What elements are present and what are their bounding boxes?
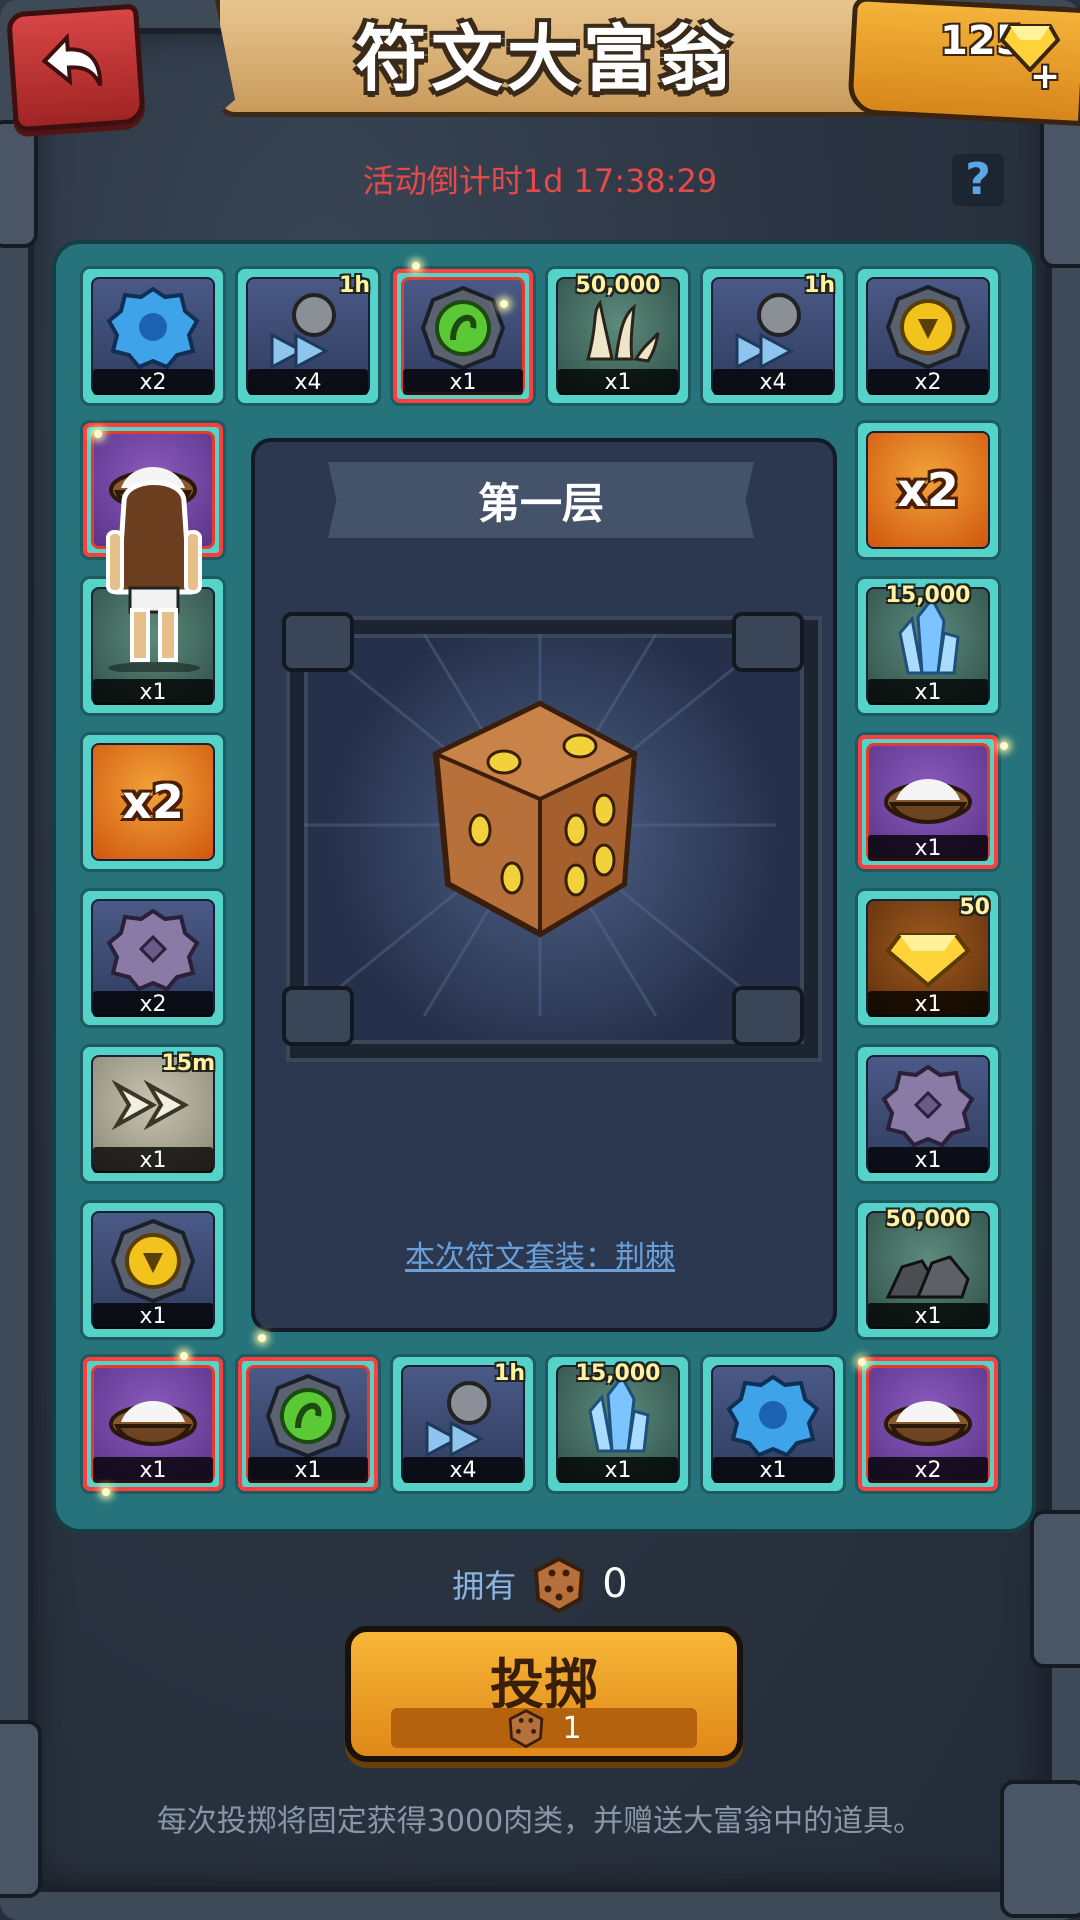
board-tile: 50,000 x1 — [545, 266, 691, 406]
blue-rune-icon — [726, 1374, 820, 1458]
tile-corner-label: 50,000 — [575, 273, 661, 298]
roll-cost-value: 1 — [562, 1710, 582, 1746]
board-tile: 15,000 x1 — [545, 1354, 691, 1494]
frame-corner — [282, 986, 354, 1046]
event-countdown: 活动倒计时1d 17:38:29 — [362, 162, 718, 200]
board-tile: x1 — [235, 1354, 381, 1494]
floor-title: 第一层 — [328, 462, 754, 538]
board-tile: 15m x1 — [80, 1044, 226, 1184]
tile-quantity: x1 — [868, 835, 988, 861]
board-tile: x1 — [700, 1354, 846, 1494]
tile-corner-label: 1h — [494, 1361, 525, 1386]
yellow-rune-icon — [110, 1218, 196, 1304]
board-tile: x2 — [855, 1354, 1001, 1494]
dice-icon — [304, 634, 776, 1016]
sparkle — [858, 1358, 866, 1366]
owned-dice-row: 拥有 0 — [0, 1554, 1080, 1614]
tile-quantity: x4 — [403, 1457, 523, 1483]
add-gems-icon[interactable]: + — [1030, 56, 1060, 97]
back-arrow-icon — [41, 32, 103, 87]
tile-quantity: x1 — [868, 679, 988, 705]
board-tile: 1h x4 — [235, 266, 381, 406]
frame-corner — [732, 986, 804, 1046]
sparkle — [1000, 742, 1008, 750]
tile-quantity: x1 — [93, 1147, 213, 1173]
board-tile: x1 — [80, 1354, 226, 1494]
footer-note: 每次投掷将固定获得3000肉类，并赠送大富翁中的道具。 — [156, 1804, 924, 1839]
owned-label: 拥有 — [452, 1567, 517, 1605]
board-tile: x1 — [855, 1044, 1001, 1184]
page-title: 符文大富翁 — [354, 16, 735, 101]
sparkle — [102, 1488, 110, 1496]
multiplier-label: x2 — [122, 775, 184, 829]
board-tile: x1 — [80, 1200, 226, 1340]
dice-icon — [509, 1709, 544, 1748]
dice-icon — [534, 1556, 585, 1613]
board-tile: 1h x4 — [700, 266, 846, 406]
frame-corner — [732, 612, 804, 672]
tile-corner-label: 50 — [959, 895, 990, 920]
tile-quantity: x1 — [868, 1303, 988, 1329]
tile-quantity: x2 — [93, 991, 213, 1017]
green-rune-icon — [265, 1373, 351, 1459]
tile-quantity: x1 — [248, 1457, 368, 1483]
back-button[interactable] — [5, 3, 147, 133]
rune-set-link[interactable]: 本次符文套装：荆棘 — [251, 1232, 829, 1276]
tile-quantity: x1 — [93, 679, 213, 705]
tile-corner-label: 15,000 — [575, 1361, 661, 1386]
board-tile: 50,000 x1 — [855, 1200, 1001, 1340]
tile-quantity: x1 — [558, 369, 678, 395]
tile-quantity: x1 — [868, 1147, 988, 1173]
green-rune-icon — [420, 285, 506, 371]
board-tile: 15,000 x1 — [855, 576, 1001, 716]
sparkle — [258, 1334, 266, 1342]
roll-button[interactable]: 投掷 1 — [345, 1626, 743, 1762]
board-tile: x2 — [80, 888, 226, 1028]
board-tile: x1 — [855, 732, 1001, 872]
tile-quantity: x1 — [558, 1457, 678, 1483]
tile-quantity: x1 — [403, 369, 523, 395]
tile-quantity: x4 — [248, 369, 368, 395]
tile-corner-label: 50,000 — [885, 1207, 971, 1232]
sparkle — [94, 430, 102, 438]
roll-cost: 1 — [391, 1708, 697, 1748]
board-tile: 50 x1 — [855, 888, 1001, 1028]
sparkle — [180, 1352, 188, 1360]
tile-corner-label: 15m — [161, 1051, 215, 1076]
tile-quantity: x2 — [93, 369, 213, 395]
tile-quantity: x1 — [93, 1457, 213, 1483]
tile-quantity: x1 — [93, 1303, 213, 1329]
salt-bowl-icon — [109, 1401, 197, 1446]
sparkle — [500, 300, 508, 308]
board-tile-multiplier: x2 — [80, 732, 226, 872]
sparkle — [412, 262, 420, 270]
player-hero-icon — [106, 480, 202, 672]
board-tile: x2 — [855, 266, 1001, 406]
tile-corner-label: 1h — [804, 273, 835, 298]
salt-bowl-icon — [884, 779, 972, 824]
salt-bowl-icon — [884, 1401, 972, 1446]
tile-quantity: x1 — [713, 1457, 833, 1483]
multiplier-label: x2 — [897, 463, 959, 517]
board-tile: x2 — [80, 266, 226, 406]
yellow-rune-icon — [885, 284, 971, 370]
purple-rune-icon — [881, 1064, 975, 1148]
tile-corner-label: 1h — [339, 273, 370, 298]
tile-quantity: x2 — [868, 1457, 988, 1483]
board-tile-multiplier: x2 — [855, 420, 1001, 560]
tile-quantity: x1 — [868, 991, 988, 1017]
tile-quantity: x4 — [713, 369, 833, 395]
board-tile: x1 — [390, 266, 536, 406]
tile-quantity: x2 — [868, 369, 988, 395]
blue-rune-icon — [106, 286, 200, 370]
board-tile: 1h x4 — [390, 1354, 536, 1494]
purple-rune-icon — [106, 908, 200, 992]
frame-corner — [282, 612, 354, 672]
help-button[interactable]: ? — [952, 154, 1004, 206]
tile-corner-label: 15,000 — [885, 583, 971, 608]
owned-dice-count: 0 — [602, 1561, 628, 1607]
